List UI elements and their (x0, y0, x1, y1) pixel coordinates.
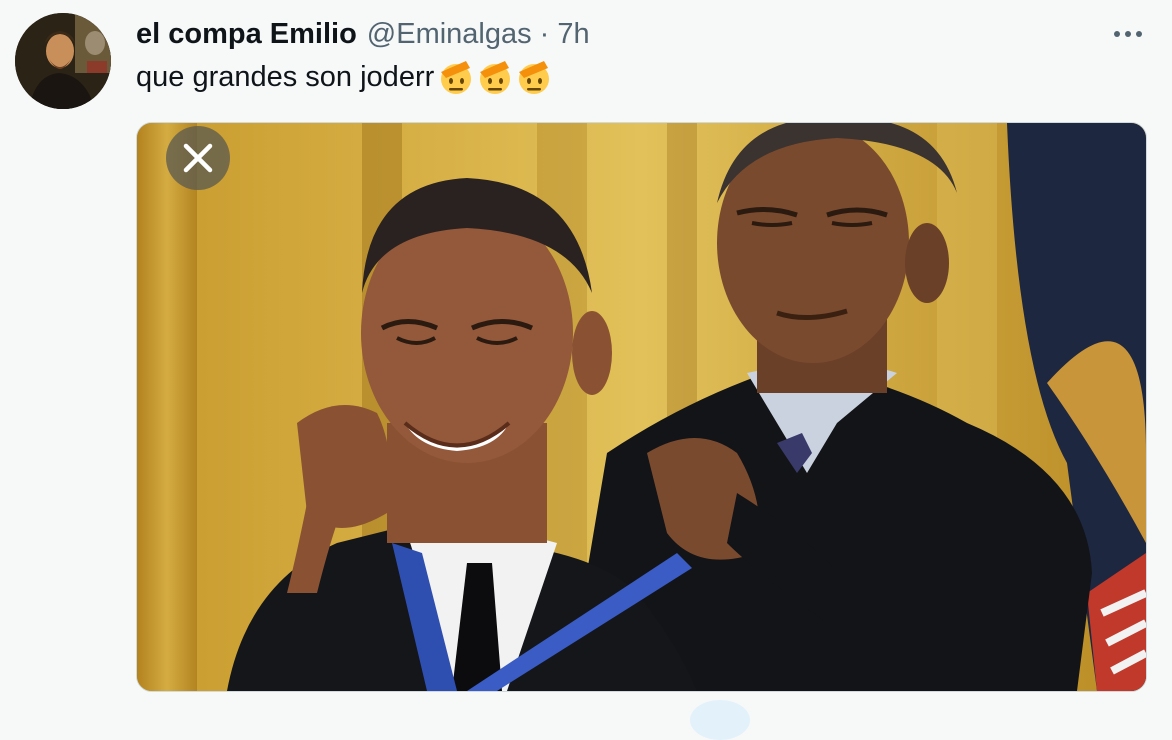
close-media-button[interactable] (166, 126, 230, 190)
tweet-media-photo[interactable] (136, 122, 1147, 692)
tweet[interactable]: el compa Emilio @Eminalgas · 7h que gran… (0, 0, 1172, 740)
close-icon (183, 143, 213, 173)
more-options-button[interactable] (1108, 22, 1148, 46)
tweet-header: el compa Emilio @Eminalgas · 7h (136, 14, 590, 54)
saluting-face-emoji (441, 61, 472, 94)
tweet-text: que grandes son joderr (136, 58, 553, 96)
display-name[interactable]: el compa Emilio (136, 18, 357, 51)
more-icon (1114, 31, 1142, 37)
saluting-face-emoji (519, 61, 550, 94)
avatar-painting (15, 13, 111, 109)
user-handle[interactable]: @Eminalgas (367, 18, 532, 51)
saluting-face-emoji (480, 61, 511, 94)
timestamp[interactable]: 7h (557, 18, 589, 51)
avatar[interactable] (15, 13, 111, 109)
action-bar-hint (690, 700, 750, 740)
tweet-text-content: que grandes son joderr (136, 60, 435, 93)
separator-dot: · (539, 17, 550, 50)
medal-ceremony-photo (137, 123, 1146, 691)
emoji-group (436, 58, 553, 96)
